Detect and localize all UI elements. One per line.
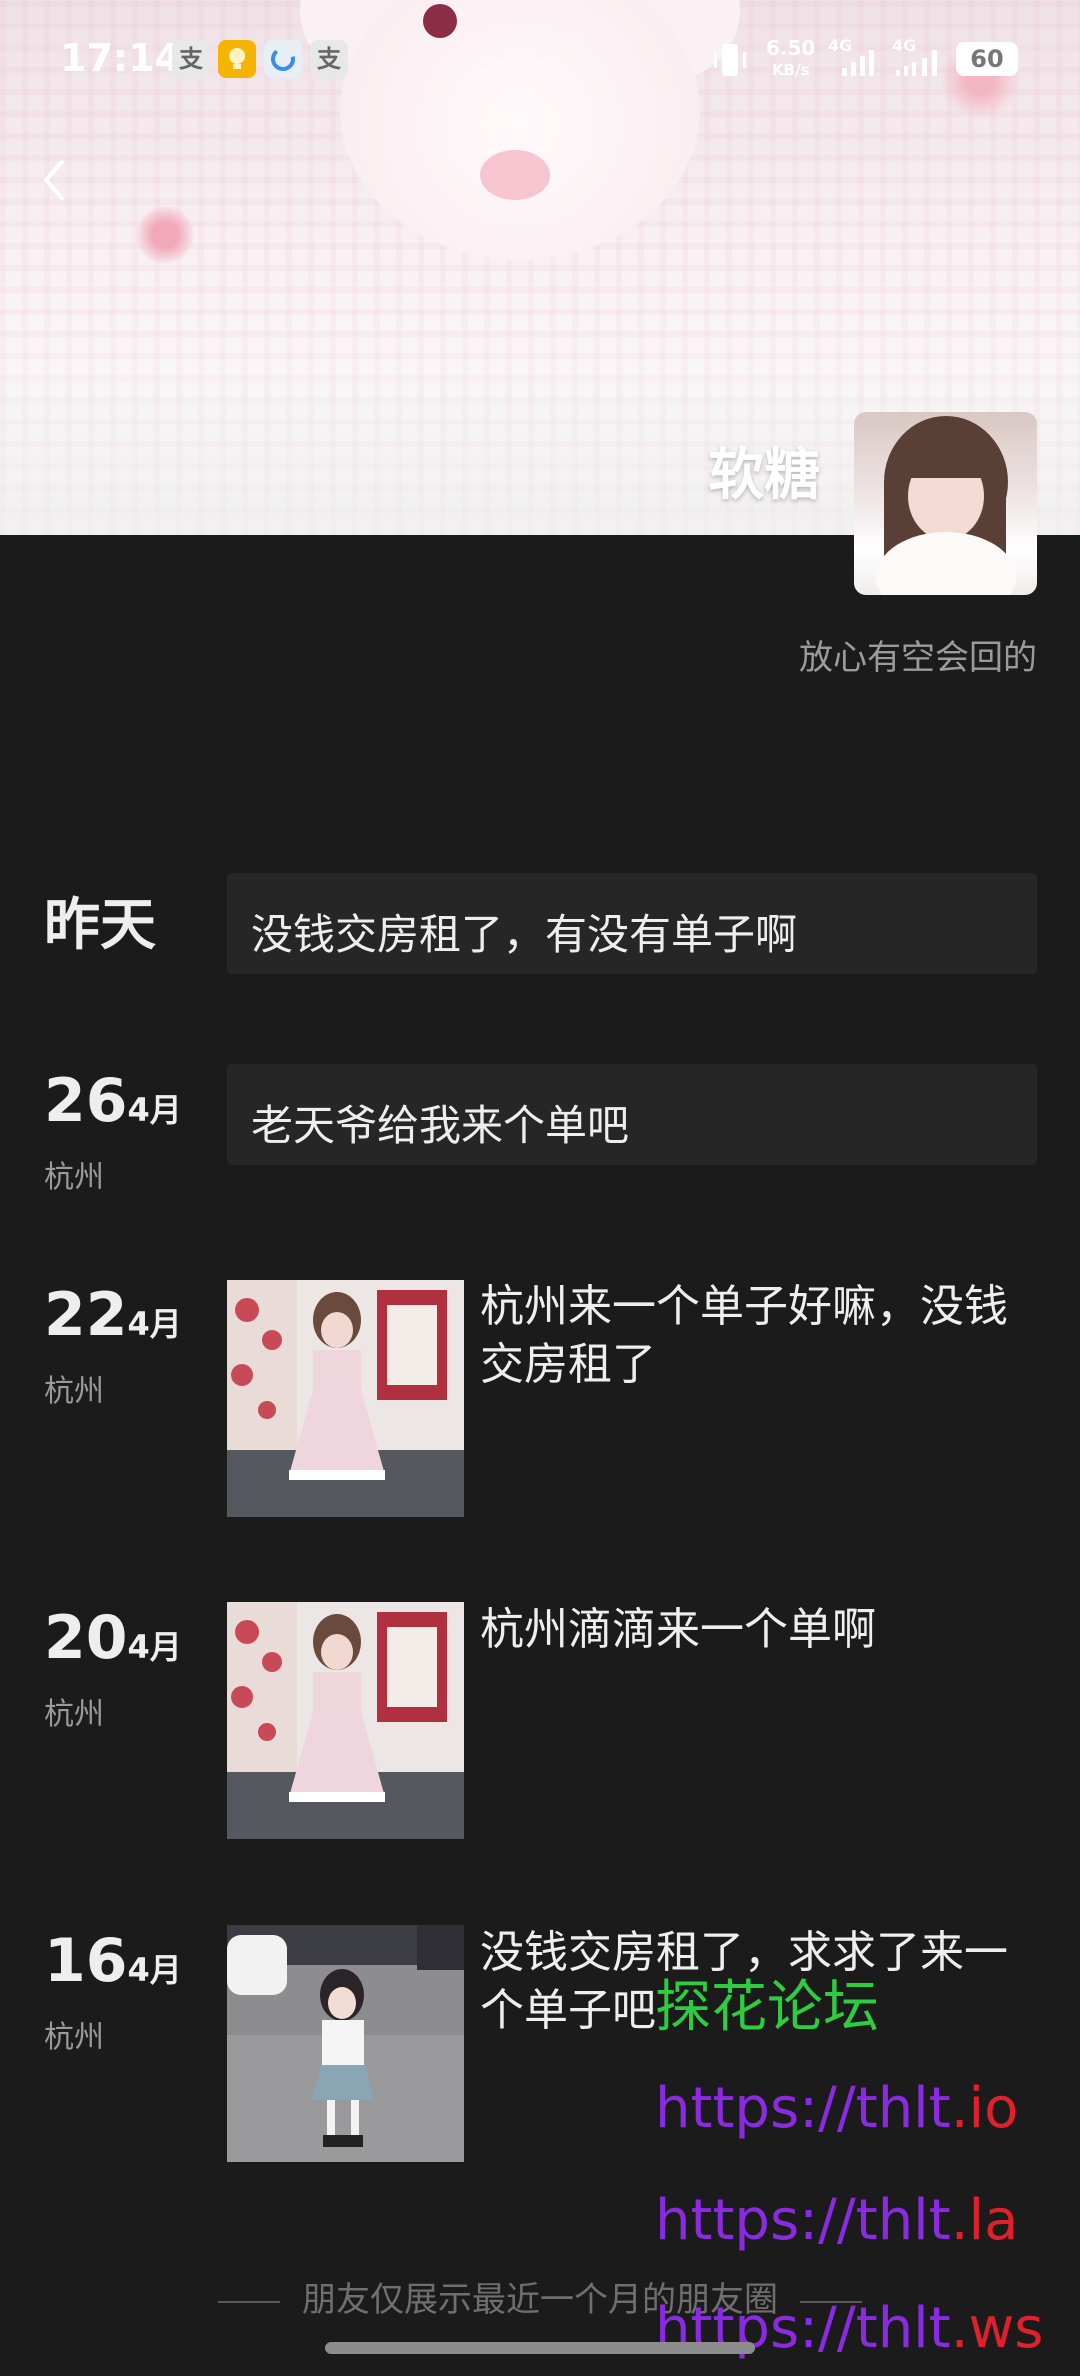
moment-post[interactable]: 204月 杭州 杭州滴滴来一个单啊 [0,1599,1080,1844]
post-image[interactable] [227,1280,464,1517]
chevron-left-icon [44,160,64,200]
post-photo [227,1925,464,2162]
watermark-url-domain: thlt [855,2188,951,2253]
net-speed: 6.50 KB/s [766,38,815,80]
avatar[interactable] [854,412,1037,595]
profile-name: 软糖 [708,443,820,508]
signal-icon [894,48,946,82]
cover-bear-nose [480,150,550,200]
status-bar: 17:14 支 支 6.50 KB/s 4G 4G 60 [0,0,1080,120]
home-indicator[interactable] [325,2342,755,2354]
watermark-url-domain: thlt [855,2296,951,2361]
post-photo [227,1280,464,1517]
post-text: 没钱交房租了，有没有单子啊 [251,910,798,959]
post-month: 4月 [127,1091,182,1129]
moment-post[interactable]: 224月 杭州 杭州来一个单子好嘛，没钱交房租了 [0,1276,1080,1521]
loading-notification-icon [264,40,302,78]
post-text: 杭州来一个单子好嘛，没钱交房租了 [480,1281,1008,1390]
net-speed-unit: KB/s [771,61,810,79]
profile-signature: 放心有空会回的 [799,638,1037,678]
back-button[interactable] [30,150,80,210]
post-photo [227,1602,464,1839]
post-location: 杭州 [44,1160,104,1195]
post-location: 杭州 [44,1697,104,1732]
post-image[interactable] [227,1602,464,1839]
post-day: 20 [44,1603,128,1673]
watermark-title: 探花论坛 [655,1975,879,2040]
post-month: 4月 [127,1628,182,1666]
post-location: 杭州 [44,1374,104,1409]
signal-icon [840,48,880,82]
post-day: 22 [44,1280,128,1350]
post-location: 杭州 [44,2020,104,2055]
post-text-card: 没钱交房租了，有没有单子啊 [227,873,1037,974]
watermark-url-tld: .io [950,2076,1019,2141]
post-date: 224月 [44,1280,182,1350]
watermark-url: https://thlt.la [655,2188,1018,2253]
post-month: 4月 [127,1951,182,1989]
cover-flower [135,205,195,265]
alipay-icon: 支 [310,40,348,78]
alipay-icon: 支 [172,40,210,78]
bulb-notification-icon [218,40,256,78]
watermark-url-tld: .la [950,2188,1019,2253]
vibrate-icon [708,40,752,84]
watermark-url-prefix: https:// [655,2188,856,2253]
watermark-url-domain: thlt [855,2076,951,2141]
post-date: 昨天 [44,893,156,958]
post-date: 164月 [44,1926,182,1996]
post-day: 16 [44,1926,128,1996]
post-day: 26 [44,1066,128,1136]
post-text: 杭州滴滴来一个单啊 [480,1604,876,1655]
moment-post[interactable]: 昨天 没钱交房租了，有没有单子啊 [0,870,1080,980]
battery-indicator: 60 [956,42,1018,76]
moment-post[interactable]: 264月 杭州 老天爷给我来个单吧 [0,1062,1080,1212]
watermark-url: https://thlt.io [655,2076,1018,2141]
post-image[interactable] [227,1925,464,2162]
post-month: 4月 [127,1305,182,1343]
post-text: 老天爷给我来个单吧 [251,1101,630,1150]
avatar-photo [876,416,1016,595]
watermark-url-prefix: https:// [655,2076,856,2141]
divider [218,2300,280,2303]
watermark-url-tld: .ws [950,2296,1044,2361]
post-date: 204月 [44,1603,182,1673]
post-date: 264月 [44,1066,182,1136]
net-speed-value: 6.50 [766,36,816,60]
status-time: 17:14 [60,36,181,80]
post-text-card: 老天爷给我来个单吧 [227,1064,1037,1165]
